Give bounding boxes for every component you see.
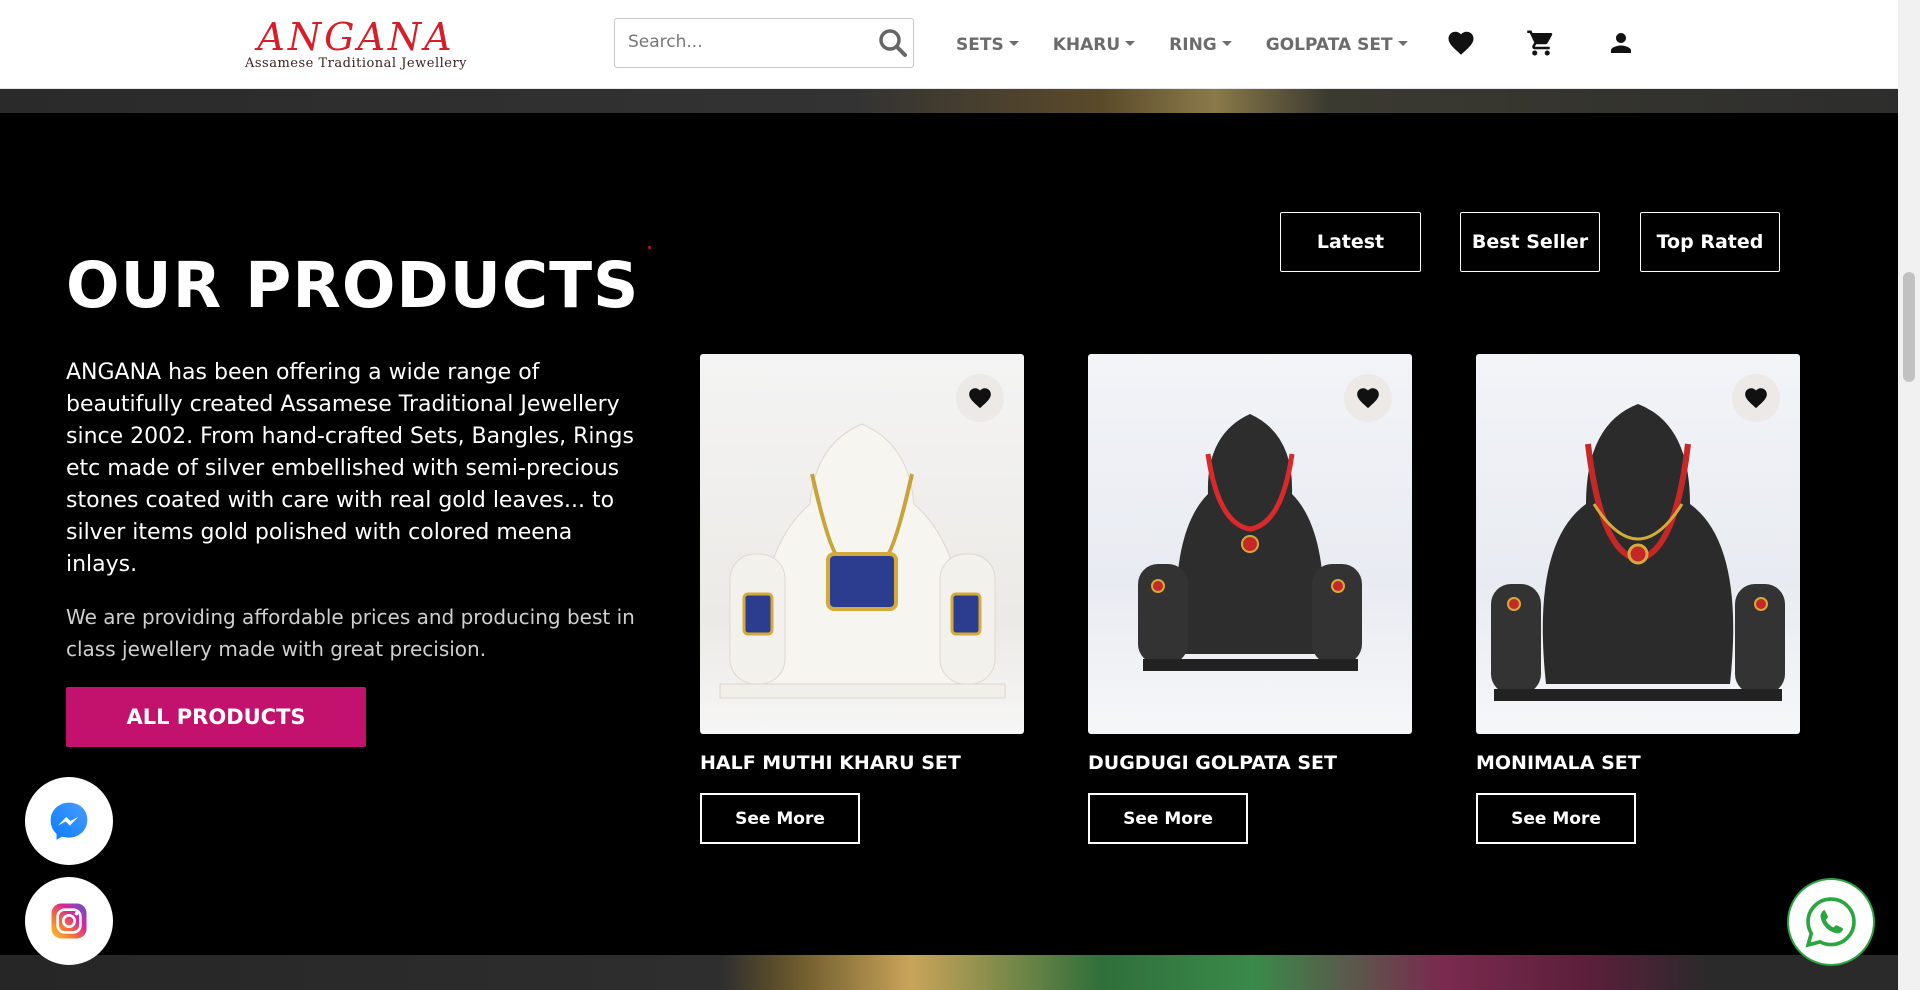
product-title[interactable]: DUGDUGI GOLPATA SET [1088, 752, 1412, 774]
logo-subtitle: Assamese Traditional Jewellery [244, 56, 468, 71]
filter-top-rated-button[interactable]: Top Rated [1640, 212, 1780, 272]
user-icon[interactable] [1606, 28, 1638, 60]
wishlist-button[interactable] [1344, 374, 1392, 422]
product-image[interactable] [1088, 354, 1412, 734]
section-heading: OUR PRODUCTS [66, 249, 640, 322]
heart-icon [969, 388, 991, 409]
page-scrollbar[interactable] [1898, 0, 1920, 990]
nav-golpata-set-label: GOLPATA SET [1265, 35, 1393, 55]
filter-latest-button[interactable]: Latest [1280, 212, 1421, 272]
product-title[interactable]: MONIMALA SET [1476, 752, 1800, 774]
nav-golpata-set-dropdown[interactable]: GOLPATA SET [1266, 30, 1408, 60]
chevron-down-icon [1397, 40, 1408, 46]
whatsapp-button[interactable] [1787, 878, 1875, 966]
nav-kharu-label: KHARU [1052, 35, 1121, 55]
see-more-button[interactable]: See More [1088, 793, 1248, 844]
cart-icon[interactable] [1526, 28, 1558, 60]
scrollbar-thumb[interactable] [1903, 272, 1915, 382]
products-section: OUR PRODUCTS ANGANA has been offering a … [0, 113, 1898, 955]
chevron-down-icon [1125, 40, 1136, 46]
nav-kharu-dropdown[interactable]: KHARU [1052, 30, 1136, 60]
wishlist-button[interactable] [1732, 374, 1780, 422]
whatsapp-icon [1805, 897, 1856, 948]
messenger-button[interactable] [25, 777, 113, 865]
heart-icon[interactable] [1446, 28, 1478, 60]
product-card: DUGDUGI GOLPATA SET See More [1088, 354, 1412, 844]
decorative-dot [648, 246, 651, 249]
filter-best-seller-button[interactable]: Best Seller [1460, 212, 1600, 272]
instagram-button[interactable] [25, 877, 113, 965]
product-title[interactable]: HALF MUTHI KHARU SET [700, 752, 1024, 774]
see-more-button[interactable]: See More [700, 793, 860, 844]
nav-ring-label: RING [1169, 35, 1217, 55]
instagram-icon [51, 903, 87, 939]
messenger-icon [50, 802, 88, 840]
nav-sets-dropdown[interactable]: SETS [956, 30, 1019, 60]
hero-banner-edge [0, 89, 1898, 113]
nav-ring-dropdown[interactable]: RING [1169, 30, 1232, 60]
nav-sets-label: SETS [956, 35, 1004, 55]
section-description-secondary: We are providing affordable prices and p… [66, 605, 635, 661]
navbar: ANGANA Assamese Traditional Jewellery SE… [0, 0, 1898, 89]
section-description: ANGANA has been offering a wide range of… [66, 360, 634, 577]
search-icon[interactable] [877, 27, 909, 59]
product-image[interactable] [700, 354, 1024, 734]
product-image[interactable] [1476, 354, 1800, 734]
all-products-button[interactable]: ALL PRODUCTS [66, 687, 366, 747]
search-box [614, 18, 914, 68]
heart-icon [1745, 388, 1767, 409]
chevron-down-icon [1008, 40, 1019, 46]
main-nav: SETS KHARU RING GOLPATA SET [956, 30, 1442, 60]
next-section-edge [0, 955, 1898, 990]
logo-title: ANGANA [257, 15, 455, 59]
wishlist-button[interactable] [956, 374, 1004, 422]
product-card: MONIMALA SET See More [1476, 354, 1800, 844]
heart-icon [1357, 388, 1379, 409]
search-input[interactable] [615, 19, 855, 65]
see-more-button[interactable]: See More [1476, 793, 1636, 844]
chevron-down-icon [1221, 40, 1232, 46]
logo[interactable]: ANGANA Assamese Traditional Jewellery [238, 18, 474, 74]
product-card: HALF MUTHI KHARU SET See More [700, 354, 1024, 844]
